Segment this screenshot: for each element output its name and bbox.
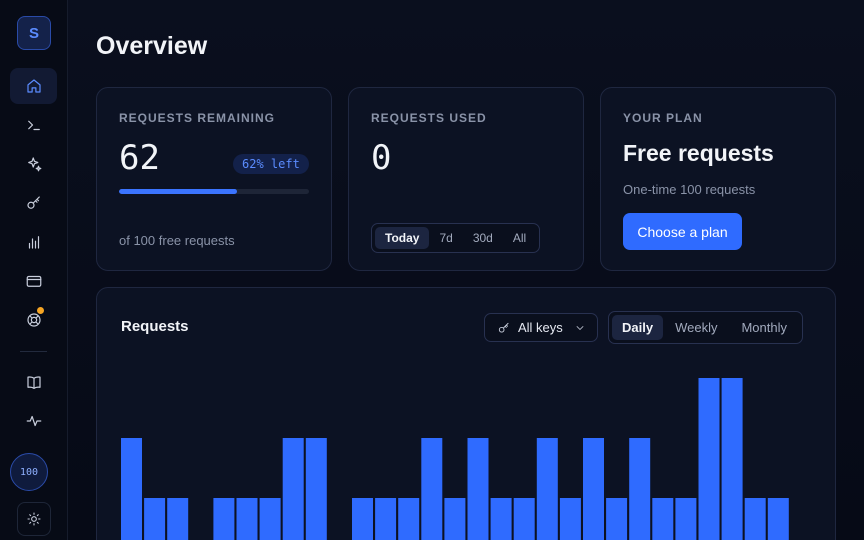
requests-remaining-card: REQUESTS REMAINING 62 62% left of 100 fr… (96, 87, 332, 271)
bar-1[interactable] (121, 438, 142, 540)
sidebar: S 100 (0, 0, 68, 540)
bar-12[interactable] (375, 498, 397, 540)
requests-chart-card: Requests All keys Daily Weekly Monthly (96, 287, 836, 540)
notification-dot (37, 307, 44, 314)
book-icon (26, 376, 41, 389)
remaining-progress-bar (119, 189, 309, 194)
bar-17[interactable] (490, 498, 512, 540)
page-title: Overview (96, 32, 208, 60)
requests-remaining-value: 62 (119, 138, 160, 178)
bar-chart-icon (28, 236, 39, 249)
bar-26[interactable] (698, 378, 720, 540)
plan-title: Free requests (623, 140, 774, 166)
home-icon (26, 79, 41, 93)
terminal-icon (27, 120, 40, 131)
bar-3[interactable] (167, 498, 189, 540)
bar-23[interactable] (629, 438, 651, 540)
range-all[interactable]: All (503, 227, 536, 249)
bar-2[interactable] (144, 498, 166, 540)
bar-15[interactable] (444, 498, 466, 540)
bar-19[interactable] (536, 438, 558, 540)
bar-13[interactable] (398, 498, 420, 540)
nav-home[interactable] (10, 68, 57, 104)
bar-21[interactable] (583, 438, 604, 540)
activity-icon (26, 415, 41, 427)
credit-card-icon (26, 275, 41, 287)
workspace-logo[interactable]: S (17, 16, 51, 50)
card-label: REQUESTS REMAINING (119, 111, 276, 125)
bar-7[interactable] (259, 498, 281, 540)
sidebar-divider (20, 351, 47, 352)
progress-fill (119, 189, 237, 194)
plan-card: YOUR PLAN Free requests One-time 100 req… (600, 87, 836, 271)
card-label: YOUR PLAN (623, 111, 703, 125)
bar-22[interactable] (606, 498, 628, 540)
card-label: REQUESTS USED (371, 111, 487, 125)
bar-9[interactable] (305, 438, 327, 540)
bar-24[interactable] (652, 498, 674, 540)
bar-16[interactable] (467, 438, 489, 540)
bar-14[interactable] (421, 438, 443, 540)
nav-status[interactable] (10, 403, 57, 439)
card-footer: of 100 free requests (119, 233, 235, 248)
nav-support[interactable] (10, 302, 57, 338)
range-30d[interactable]: 30d (463, 227, 503, 249)
range-7d[interactable]: 7d (429, 227, 462, 249)
bar-20[interactable] (559, 498, 581, 540)
bar-11[interactable] (352, 498, 373, 540)
requests-bar-chart (121, 378, 789, 540)
key-icon (26, 196, 40, 209)
range-selector: Today 7d 30d All (371, 223, 541, 253)
nav-billing[interactable] (10, 263, 57, 299)
bar-8[interactable] (282, 438, 304, 540)
bar-25[interactable] (675, 498, 697, 540)
requests-used-value: 0 (371, 138, 392, 178)
bar-18[interactable] (513, 498, 535, 540)
nav-sparkles[interactable] (10, 146, 57, 182)
sparkles-icon (27, 157, 41, 172)
nav-terminal[interactable] (10, 107, 57, 143)
requests-used-card: REQUESTS USED 0 Today 7d 30d All (348, 87, 584, 271)
plan-subtitle: One-time 100 requests (623, 182, 756, 197)
bar-28[interactable] (744, 498, 766, 540)
bar-6[interactable] (236, 498, 258, 540)
bar-29[interactable] (767, 498, 789, 540)
nav-keys[interactable] (10, 185, 57, 221)
choose-plan-button[interactable]: Choose a plan (623, 213, 742, 250)
bar-5[interactable] (213, 498, 235, 540)
nav-analytics[interactable] (10, 224, 57, 260)
sun-icon (27, 512, 41, 526)
credits-badge[interactable]: 100 (10, 453, 48, 491)
nav-docs[interactable] (10, 364, 57, 400)
theme-toggle[interactable] (17, 502, 51, 536)
percent-left-badge: 62% left (233, 154, 309, 174)
app-root: S 100 Overview REQUESTS REMAINING 62 62%… (0, 0, 864, 540)
range-today[interactable]: Today (375, 227, 430, 249)
bar-27[interactable] (721, 378, 743, 540)
